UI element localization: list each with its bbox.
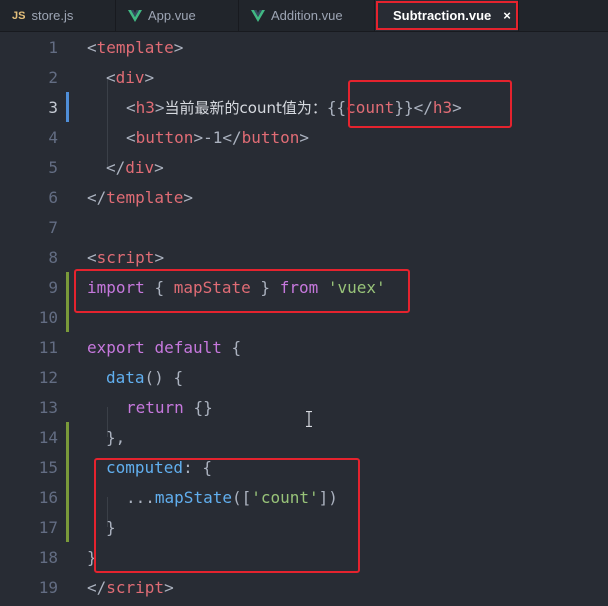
- tab-label: Subtraction.vue: [393, 8, 492, 23]
- code-line: 6 </template>: [0, 182, 608, 212]
- code-text: <div>: [106, 67, 155, 87]
- line-number: 2: [48, 67, 58, 87]
- line-number: 18: [38, 547, 58, 567]
- line-number: 1: [48, 37, 58, 57]
- tab-label: store.js: [31, 8, 74, 23]
- editor-tab-bar: JS store.js App.vue Addition.vue Subtrac…: [0, 0, 608, 32]
- line-number: 9: [48, 277, 58, 297]
- line-number: 3: [48, 97, 58, 117]
- code-text: <script>: [87, 247, 165, 267]
- code-line: 8 <script>: [0, 242, 608, 272]
- close-tab-icon[interactable]: ×: [503, 8, 511, 23]
- code-line: 4 <button>-1</button>: [0, 122, 608, 152]
- tab-addition-vue[interactable]: Addition.vue: [239, 0, 375, 31]
- code-text: },: [106, 427, 126, 447]
- code-text: return {}: [126, 397, 213, 417]
- code-line: 14 },: [0, 422, 608, 452]
- code-line: 5 </div>: [0, 152, 608, 182]
- code-line: 1 <template>: [0, 32, 608, 62]
- annotation-box-import: [74, 269, 410, 313]
- code-editor[interactable]: 1 <template> 2 <div> 3 <h3>当前最新的count值为：…: [0, 32, 608, 606]
- tab-subtraction-vue[interactable]: Subtraction.vue ×: [375, 0, 519, 31]
- code-line: 11 export default {: [0, 332, 608, 362]
- tab-label: Addition.vue: [271, 8, 343, 23]
- vue-file-icon: [128, 9, 142, 22]
- text-cursor-icon: [306, 411, 312, 427]
- line-number: 13: [38, 397, 58, 417]
- line-number: 5: [48, 157, 58, 177]
- code-line: 12 data() {: [0, 362, 608, 392]
- line-number: 14: [38, 427, 58, 447]
- code-text: export default {: [87, 337, 242, 357]
- line-number: 8: [48, 247, 58, 267]
- line-number: 17: [38, 517, 58, 537]
- code-text: data() {: [106, 367, 184, 387]
- code-line: 19 </script>: [0, 572, 608, 602]
- annotation-box-computed: [94, 458, 360, 573]
- tab-label: App.vue: [148, 8, 196, 23]
- tab-store-js[interactable]: JS store.js: [0, 0, 116, 31]
- code-text: <button>-1</button>: [126, 127, 310, 147]
- line-number: 7: [48, 217, 58, 237]
- code-text: </script>: [87, 577, 174, 597]
- line-number: 12: [38, 367, 58, 387]
- line-number: 19: [38, 577, 58, 597]
- tab-app-vue[interactable]: App.vue: [116, 0, 239, 31]
- code-text: </div>: [106, 157, 164, 177]
- line-number: 10: [38, 307, 58, 327]
- code-line: 13 return {}: [0, 392, 608, 422]
- line-number: 6: [48, 187, 58, 207]
- code-line: 7: [0, 212, 608, 242]
- line-number: 4: [48, 127, 58, 147]
- code-text: <template>: [87, 37, 184, 57]
- vue-file-icon: [251, 9, 265, 22]
- code-text: </template>: [87, 187, 193, 207]
- line-number: 16: [38, 487, 58, 507]
- js-file-icon: JS: [12, 9, 26, 22]
- annotation-box-count-binding: [348, 80, 512, 128]
- line-number: 11: [38, 337, 58, 357]
- line-number: 15: [38, 457, 58, 477]
- code-line: 2 <div>: [0, 62, 608, 92]
- code-line-current: 3 <h3>当前最新的count值为：{{count}}</h3>: [0, 92, 608, 122]
